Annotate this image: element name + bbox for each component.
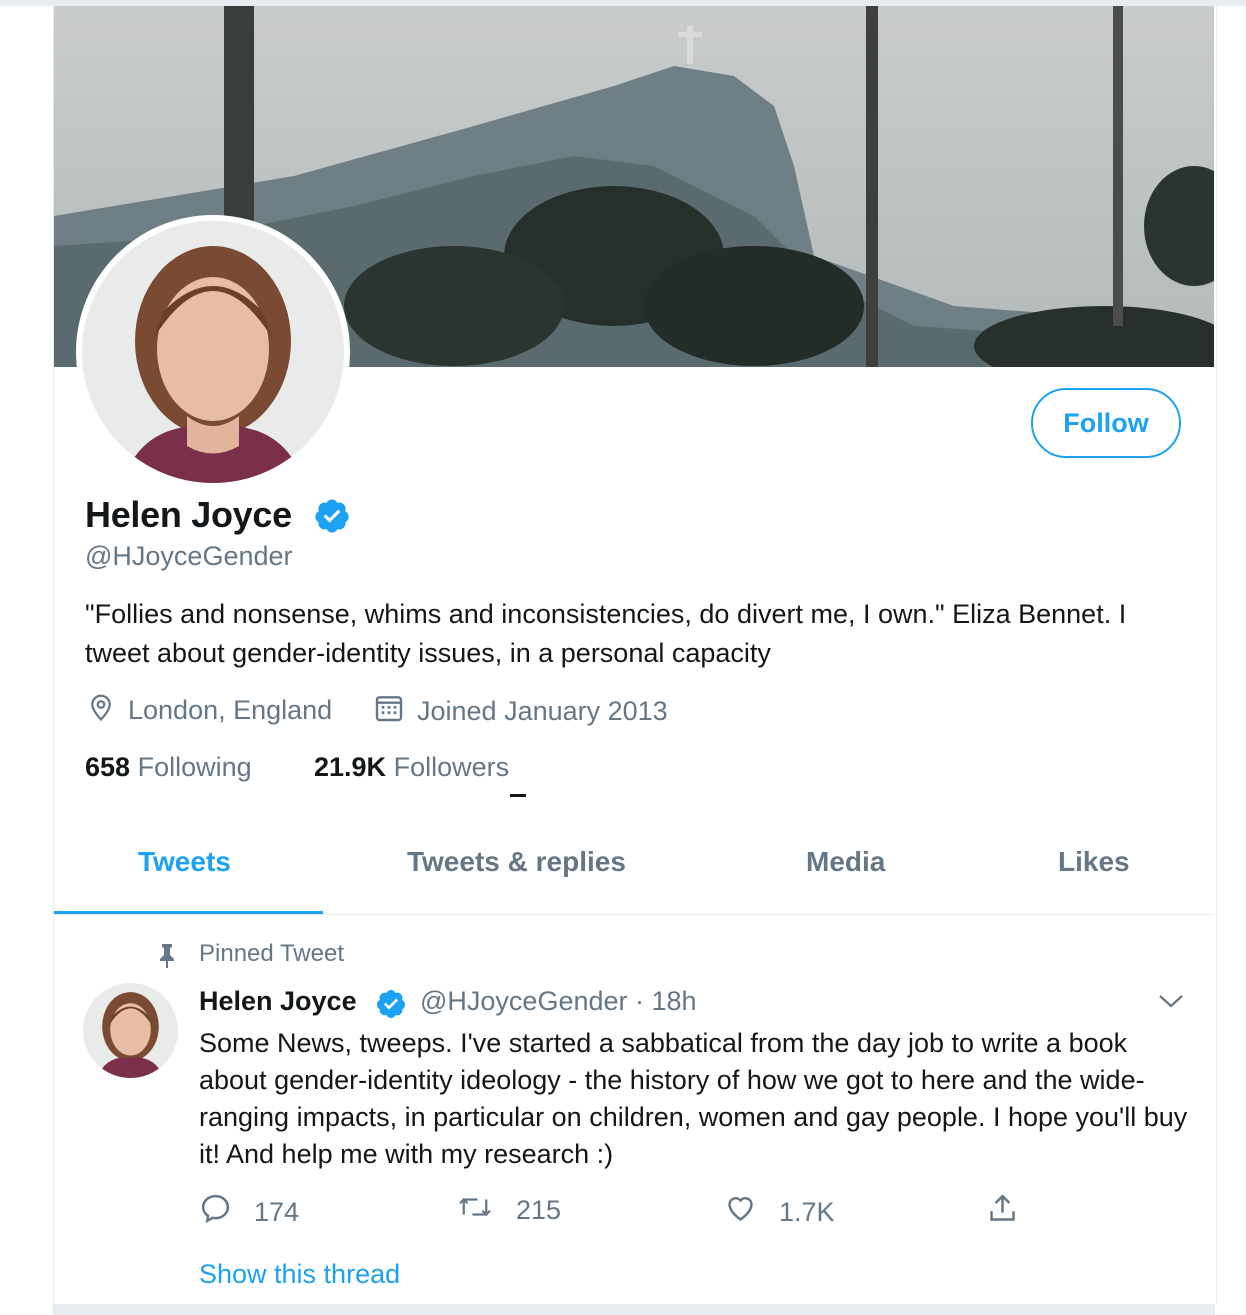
profile-location: London, England [86, 692, 332, 729]
pin-icon [156, 943, 178, 974]
verified-badge-icon [313, 497, 351, 540]
like-heart-icon [724, 1192, 779, 1232]
joined-text: Joined January 2013 [417, 696, 668, 726]
reply-count: 174 [254, 1196, 300, 1227]
profile-bio: "Follies and nonsense, whims and inconsi… [85, 599, 1127, 668]
profile-joined: Joined January 2013 [373, 692, 668, 731]
following-stat[interactable]: 658 Following [85, 752, 252, 783]
tab-tweets[interactable]: Tweets [138, 846, 231, 878]
retweet-button[interactable]: 215 [456, 1192, 561, 1229]
profile-avatar[interactable] [76, 215, 350, 489]
tab-media[interactable]: Media [806, 846, 885, 878]
pinned-tweet-label: Pinned Tweet [199, 940, 344, 967]
location-text: London, England [128, 695, 333, 725]
tweet-avatar[interactable] [83, 983, 178, 1078]
tab-likes[interactable]: Likes [1058, 846, 1130, 878]
tweet-handle-time[interactable]: @HJoyceGender · 18h [420, 986, 697, 1017]
tabs-divider [54, 914, 1214, 915]
followers-stat[interactable]: 21.9K Followers [314, 752, 509, 783]
verified-badge-icon [375, 988, 407, 1025]
profile-handle: @HJoyceGender [85, 541, 293, 571]
retweet-count: 215 [516, 1195, 562, 1225]
follow-button[interactable]: Follow [1031, 388, 1181, 458]
bottom-divider [53, 1304, 1215, 1315]
followers-label: Followers [393, 752, 510, 782]
reply-icon [199, 1192, 254, 1232]
tweet-author-name[interactable]: Helen Joyce [199, 986, 357, 1017]
retweet-icon [456, 1192, 516, 1229]
calendar-icon [373, 692, 417, 731]
following-label: Following [137, 752, 252, 782]
share-button[interactable] [986, 1192, 1041, 1232]
location-pin-icon [86, 692, 128, 729]
profile-display-name: Helen Joyce [85, 494, 292, 535]
like-button[interactable]: 1.7K [724, 1192, 835, 1232]
followers-count: 21.9K [314, 752, 387, 782]
tab-tweets-replies[interactable]: Tweets & replies [407, 846, 626, 878]
show-thread-link[interactable]: Show this thread [199, 1259, 400, 1290]
share-icon [986, 1192, 1041, 1232]
cursor-mark [510, 794, 526, 797]
chevron-down-icon[interactable] [1157, 991, 1185, 1016]
following-count: 658 [85, 752, 131, 782]
like-count: 1.7K [779, 1196, 835, 1227]
reply-button[interactable]: 174 [199, 1192, 299, 1232]
tweet-text: Some News, tweeps. I've started a sabbat… [199, 1028, 1188, 1169]
